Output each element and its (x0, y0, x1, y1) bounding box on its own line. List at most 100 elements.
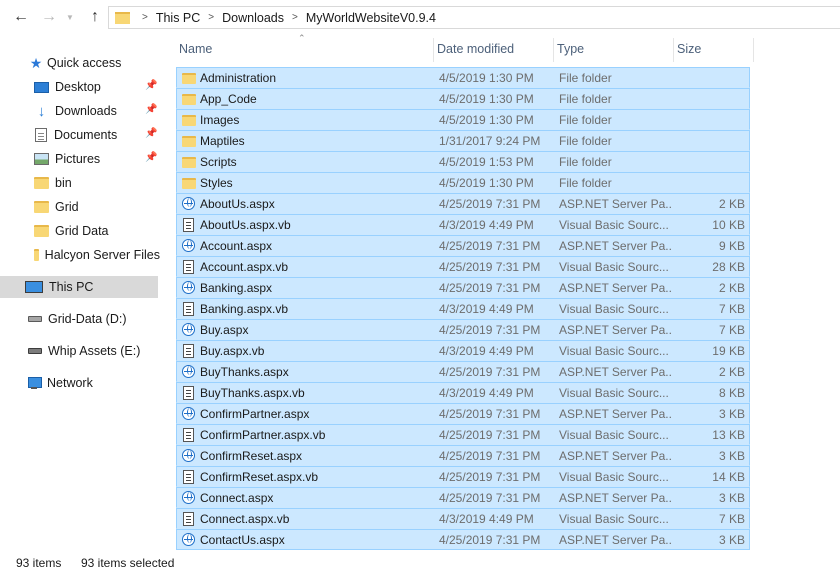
sidebar-item-grid[interactable]: Grid (34, 196, 160, 218)
file-name: BuyThanks.aspx (200, 365, 289, 379)
file-date-modified: 4/3/2019 4:49 PM (439, 386, 534, 400)
file-row[interactable]: Images 4/5/2019 1:30 PM File folder (176, 109, 750, 130)
sidebar-item-documents[interactable]: Documents (34, 124, 160, 146)
file-size: 10 KB (712, 218, 745, 232)
folder-icon (34, 225, 49, 237)
file-size: 3 KB (718, 533, 745, 547)
file-date-modified: 4/3/2019 4:49 PM (439, 344, 534, 358)
file-name: Maptiles (200, 134, 245, 148)
file-row[interactable]: Account.aspx 4/25/2019 7:31 PM ASP.NET Ser… (176, 235, 750, 256)
file-row[interactable]: Banking.aspx 4/25/2019 7:31 PM ASP.NET Ser… (176, 277, 750, 298)
file-date-modified: 4/5/2019 1:30 PM (439, 92, 534, 106)
file-row[interactable]: ContactUs.aspx 4/25/2019 7:31 PM ASP.NET S… (176, 529, 750, 550)
file-name: AboutUs.aspx (200, 197, 275, 211)
file-row[interactable]: App_Code 4/5/2019 1:30 PM File folder (176, 88, 750, 109)
file-row[interactable]: Account.aspx.vb 4/25/2019 7:31 PM Visual B… (176, 256, 750, 277)
file-row[interactable]: Buy.aspx.vb 4/3/2019 4:49 PM Visual Basic … (176, 340, 750, 361)
sidebar-item-label: Grid-Data (D:) (48, 312, 127, 326)
file-row[interactable]: Banking.aspx.vb 4/3/2019 4:49 PM Visual Ba… (176, 298, 750, 319)
sidebar-item-desktop[interactable]: Desktop (34, 76, 160, 98)
sidebar-item-label: Documents (54, 128, 118, 142)
file-type: ASP.NET Server Pa... (559, 281, 671, 295)
file-row[interactable]: ConfirmReset.aspx 4/25/2019 7:31 PM ASP.NE… (176, 445, 750, 466)
file-type: Visual Basic Sourc... (559, 218, 669, 232)
sidebar-item-pictures[interactable]: Pictures (34, 148, 160, 170)
file-size: 2 KB (718, 281, 745, 295)
pin-icon[interactable]: 📌 (145, 152, 157, 163)
pin-icon[interactable]: 📌 (145, 128, 157, 139)
folder-icon (182, 113, 196, 127)
folder-icon (34, 249, 39, 261)
file-row[interactable]: BuyThanks.aspx.vb 4/3/2019 4:49 PM Visual … (176, 382, 750, 403)
pin-icon[interactable]: 📌 (145, 80, 157, 91)
vb-source-icon (182, 302, 196, 316)
file-row[interactable]: Connect.aspx 4/25/2019 7:31 PM ASP.NET Ser… (176, 487, 750, 508)
sidebar-item-halcyon-server-files[interactable]: Halcyon Server Files (34, 244, 160, 266)
recent-locations-button[interactable]: ▼ (64, 8, 76, 26)
file-date-modified: 4/25/2019 7:31 PM (439, 533, 541, 547)
back-button[interactable]: ← (12, 8, 30, 26)
address-bar[interactable]: > This PC > Downloads > MyWorldWebsiteV0… (108, 6, 840, 29)
file-name: App_Code (200, 92, 257, 106)
sidebar-item-label: Network (47, 376, 93, 390)
file-date-modified: 4/25/2019 7:31 PM (439, 323, 541, 337)
file-type: ASP.NET Server Pa... (559, 449, 671, 463)
sidebar-item-downloads[interactable]: ↓ Downloads (34, 100, 160, 122)
sidebar-item-label: Quick access (47, 56, 122, 70)
file-row[interactable]: ConfirmPartner.aspx 4/25/2019 7:31 PM ASP.… (176, 403, 750, 424)
sidebar-item-quick-access[interactable]: ★ Quick access (28, 52, 122, 74)
file-row[interactable]: Administration 4/5/2019 1:30 PM File folde… (176, 67, 750, 88)
breadcrumb-this-pc[interactable]: This PC (156, 11, 200, 25)
file-size: 7 KB (718, 302, 745, 316)
file-date-modified: 4/25/2019 7:31 PM (439, 407, 541, 421)
file-row[interactable]: Connect.aspx.vb 4/3/2019 4:49 PM Visual Ba… (176, 508, 750, 529)
sidebar-item-grid-data[interactable]: Grid Data (34, 220, 160, 242)
file-row[interactable]: AboutUs.aspx 4/25/2019 7:31 PM ASP.NET Ser… (176, 193, 750, 214)
sidebar-item-label: Halcyon Server Files (44, 248, 160, 262)
breadcrumb-downloads[interactable]: Downloads (222, 11, 284, 25)
column-header-name[interactable]: Name (176, 38, 434, 62)
file-row[interactable]: ConfirmPartner.aspx.vb 4/25/2019 7:31 PM V… (176, 424, 750, 445)
vb-source-icon (182, 470, 196, 484)
file-row[interactable]: Scripts 4/5/2019 1:53 PM File folder (176, 151, 750, 172)
sidebar-item-label: Desktop (55, 80, 101, 94)
network-icon (26, 376, 42, 390)
file-type: Visual Basic Sourc... (559, 512, 669, 526)
folder-icon (34, 201, 49, 213)
status-bar: 93 items 93 items selected (0, 552, 840, 574)
selected-count: 93 items selected (81, 556, 175, 570)
file-type: File folder (559, 134, 612, 148)
sidebar-item-bin[interactable]: bin (34, 172, 160, 194)
sidebar-item-grid-data-drive[interactable]: Grid-Data (D:) (28, 308, 158, 330)
column-header-size[interactable]: Size (674, 38, 754, 62)
sidebar-item-network[interactable]: Network (26, 372, 158, 394)
file-date-modified: 4/5/2019 1:30 PM (439, 176, 534, 190)
breadcrumb-current-folder[interactable]: MyWorldWebsiteV0.9.4 (306, 11, 436, 25)
file-row[interactable]: Styles 4/5/2019 1:30 PM File folder (176, 172, 750, 193)
file-name: Account.aspx (200, 239, 273, 253)
file-row[interactable]: Buy.aspx 4/25/2019 7:31 PM ASP.NET Server … (176, 319, 750, 340)
file-date-modified: 4/3/2019 4:49 PM (439, 302, 534, 316)
sidebar-item-this-pc[interactable]: This PC (0, 276, 158, 298)
arrow-right-icon: → (41, 8, 57, 25)
column-header-date-modified[interactable]: Date modified (434, 38, 554, 62)
file-row[interactable]: BuyThanks.aspx 4/25/2019 7:31 PM ASP.NET S… (176, 361, 750, 382)
file-date-modified: 4/25/2019 7:31 PM (439, 470, 541, 484)
folder-icon (182, 155, 196, 169)
file-date-modified: 4/3/2019 4:49 PM (439, 512, 534, 526)
folder-icon (115, 11, 130, 24)
column-header-type[interactable]: Type (554, 38, 674, 62)
file-row[interactable]: Maptiles 1/31/2017 9:24 PM File folder (176, 130, 750, 151)
aspx-icon (182, 197, 196, 211)
navigation-bar: ← → ▼ ↑ > This PC > Downloads > MyWorldW… (0, 0, 840, 35)
file-row[interactable]: AboutUs.aspx.vb 4/3/2019 4:49 PM Visual Ba… (176, 214, 750, 235)
file-name: Buy.aspx.vb (200, 344, 265, 358)
file-row[interactable]: ConfirmReset.aspx.vb 4/25/2019 7:31 PM Vis… (176, 466, 750, 487)
pin-icon[interactable]: 📌 (145, 104, 157, 115)
forward-button[interactable]: → (40, 8, 58, 26)
file-type: ASP.NET Server Pa... (559, 323, 671, 337)
up-button[interactable]: ↑ (86, 8, 104, 26)
sidebar-item-whip-assets-drive[interactable]: Whip Assets (E:) (28, 340, 158, 362)
file-date-modified: 4/25/2019 7:31 PM (439, 428, 541, 442)
item-count: 93 items (16, 556, 62, 570)
